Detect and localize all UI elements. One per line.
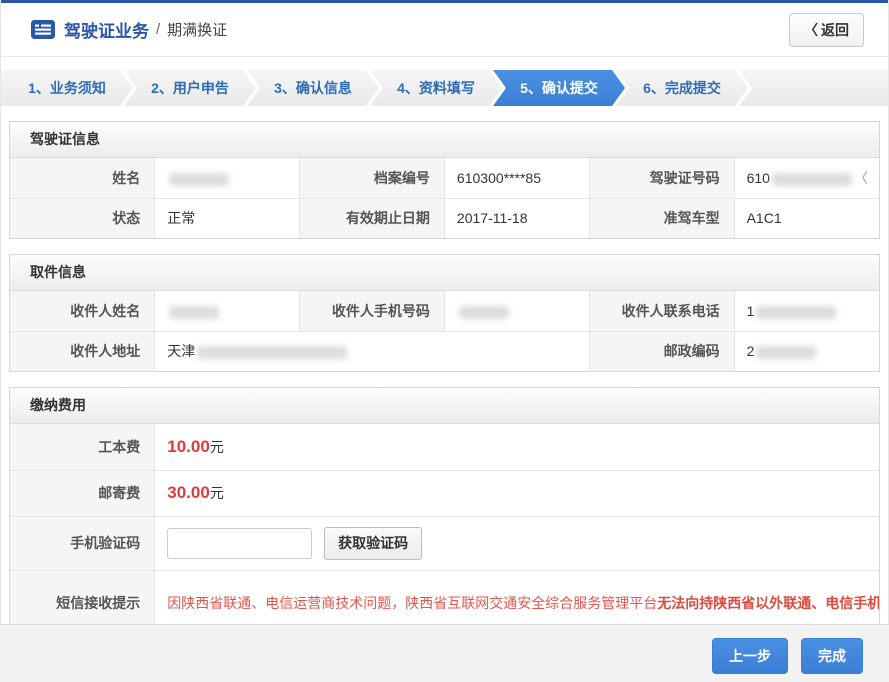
license-info-section: 驾驶证信息 姓名 档案编号 610300****85 驾驶证号码 610 〈 状态… (9, 121, 880, 239)
redacted-value (772, 173, 852, 186)
file-no-value: 610300****85 (444, 158, 589, 198)
recipient-phone-label: 收件人联系电话 (589, 291, 734, 331)
fees-title: 缴纳费用 (10, 388, 879, 424)
production-fee-unit: 元 (210, 439, 224, 455)
sms-code-cell: 获取验证码 (155, 516, 879, 570)
redacted-value (169, 306, 219, 319)
pickup-info-title: 取件信息 (10, 255, 879, 291)
license-no-suffix: 〈 (854, 170, 868, 186)
license-no-value: 610 〈 (734, 158, 879, 198)
redacted-value (197, 346, 347, 359)
page-header: 驾驶证业务 / 期满换证 〈返回 (1, 3, 888, 57)
recipient-address-prefix: 天津 (167, 343, 195, 359)
postal-code-value: 2 (734, 331, 879, 371)
back-chevron-icon: 〈 (804, 22, 818, 38)
postage-fee-amount: 30.00 (167, 483, 210, 502)
production-fee-amount: 10.00 (167, 437, 210, 456)
postage-fee-unit: 元 (210, 485, 224, 501)
recipient-phone-prefix: 1 (747, 303, 755, 319)
status-value: 正常 (155, 198, 300, 238)
name-value (155, 158, 300, 198)
recipient-address-label: 收件人地址 (10, 331, 155, 371)
postage-fee-value: 30.00元 (155, 470, 879, 516)
step-6-finish-submit: 6、完成提交 (616, 70, 748, 106)
finish-button[interactable]: 完成 (801, 638, 863, 674)
sms-code-input[interactable] (167, 528, 312, 559)
postal-code-label: 邮政编码 (589, 331, 734, 371)
redacted-value (756, 346, 816, 359)
license-menu-icon (31, 20, 55, 39)
step-bar-filler (739, 70, 888, 106)
redacted-value (756, 306, 836, 319)
expiry-label: 有效期止日期 (300, 198, 445, 238)
table-row: 手机验证码 获取验证码 (10, 516, 879, 570)
redacted-value (459, 306, 509, 319)
license-info-title: 驾驶证信息 (10, 122, 879, 158)
back-button[interactable]: 〈返回 (789, 13, 864, 47)
breadcrumb-divider: / (156, 21, 160, 38)
notice-emphasis: 无法向持陕西省以外联通、电信手机号码的用户发送短信 (657, 595, 879, 611)
status-label: 状态 (10, 198, 155, 238)
back-label: 返回 (821, 22, 849, 38)
step-wizard: 1、业务须知 2、用户申告 3、确认信息 4、资料填写 5、确认提交 6、完成提… (1, 70, 888, 106)
recipient-address-value: 天津 (155, 331, 590, 371)
table-row: 收件人地址 天津 邮政编码 2 (10, 331, 879, 371)
sms-code-label: 手机验证码 (10, 516, 155, 570)
get-sms-code-button[interactable]: 获取验证码 (324, 527, 422, 560)
fees-table: 工本费 10.00元 邮寄费 30.00元 手机验证码 获取验证码 短信接收提示… (10, 424, 879, 636)
pickup-info-table: 收件人姓名 收件人手机号码 收件人联系电话 1 收件人地址 天津 邮政编码 2 (10, 291, 879, 371)
step-2-user-declaration: 2、用户申告 (124, 70, 256, 106)
redacted-value (169, 173, 229, 186)
table-row: 姓名 档案编号 610300****85 驾驶证号码 610 〈 (10, 158, 879, 198)
recipient-name-value (155, 291, 300, 331)
expiry-value: 2017-11-18 (444, 198, 589, 238)
production-fee-label: 工本费 (10, 424, 155, 470)
breadcrumb-current: 期满换证 (167, 19, 227, 40)
vehicle-type-value: A1C1 (734, 198, 879, 238)
footer-action-bar: 上一步 完成 (0, 624, 889, 682)
license-no-label: 驾驶证号码 (589, 158, 734, 198)
table-row: 邮寄费 30.00元 (10, 470, 879, 516)
previous-step-button[interactable]: 上一步 (712, 638, 788, 674)
name-label: 姓名 (10, 158, 155, 198)
file-no-label: 档案编号 (300, 158, 445, 198)
license-no-prefix: 610 (747, 170, 770, 186)
postal-code-prefix: 2 (747, 343, 755, 359)
recipient-mobile-label: 收件人手机号码 (300, 291, 445, 331)
table-row: 收件人姓名 收件人手机号码 收件人联系电话 1 (10, 291, 879, 331)
step-1-business-notice: 1、业务须知 (1, 70, 133, 106)
production-fee-value: 10.00元 (155, 424, 879, 470)
step-5-confirm-submit-active: 5、确认提交 (493, 70, 625, 106)
pickup-info-section: 取件信息 收件人姓名 收件人手机号码 收件人联系电话 1 收件人地址 天津 邮政… (9, 254, 880, 372)
table-row: 状态 正常 有效期止日期 2017-11-18 准驾车型 A1C1 (10, 198, 879, 238)
step-3-confirm-info: 3、确认信息 (247, 70, 379, 106)
notice-pre: 因陕西省联通、电信运营商技术问题，陕西省互联网交通安全综合服务管理平台 (167, 595, 657, 611)
page-title: 驾驶证业务 (64, 17, 149, 42)
vehicle-type-label: 准驾车型 (589, 198, 734, 238)
step-4-fill-data: 4、资料填写 (370, 70, 502, 106)
table-row: 工本费 10.00元 (10, 424, 879, 470)
postage-fee-label: 邮寄费 (10, 470, 155, 516)
recipient-phone-value: 1 (734, 291, 879, 331)
recipient-name-label: 收件人姓名 (10, 291, 155, 331)
license-info-table: 姓名 档案编号 610300****85 驾驶证号码 610 〈 状态 正常 有效… (10, 158, 879, 238)
recipient-mobile-value (444, 291, 589, 331)
fees-section: 缴纳费用 工本费 10.00元 邮寄费 30.00元 手机验证码 获取验证码 短… (9, 387, 880, 637)
